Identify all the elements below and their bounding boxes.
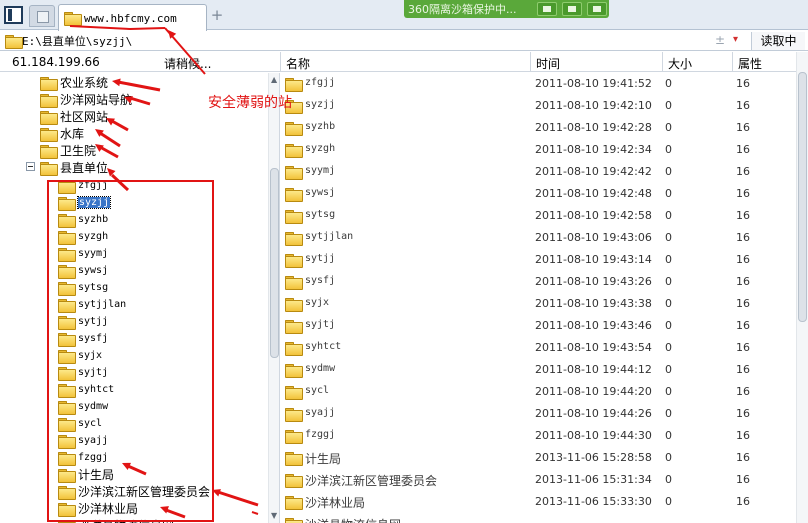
red-arrow-annotation <box>111 119 129 132</box>
red-arrow-annotation <box>129 96 151 106</box>
annotation-arrows <box>69 25 259 519</box>
red-arrow-annotation <box>99 131 121 148</box>
red-arrow-annotation <box>251 511 259 515</box>
arrow-head <box>160 506 169 514</box>
red-arrow-annotation <box>165 508 186 519</box>
red-arrow-annotation <box>117 80 161 92</box>
red-arrow-annotation <box>69 25 166 31</box>
red-arrow-annotation <box>99 145 119 159</box>
red-arrow-annotation <box>217 490 259 507</box>
red-arrow-annotation <box>127 464 147 476</box>
arrow-head <box>124 96 133 104</box>
arrow-head <box>212 489 221 497</box>
red-arrow-annotation <box>110 173 130 192</box>
arrow-head <box>112 78 121 87</box>
